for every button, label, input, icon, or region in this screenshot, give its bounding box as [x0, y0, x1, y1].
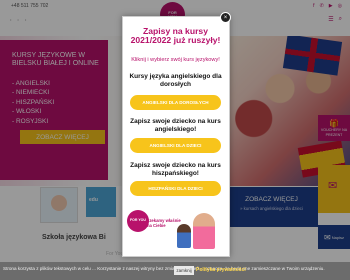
promo-person-image — [177, 224, 191, 248]
promo-logo: FOR YOU — [127, 210, 149, 232]
popup-subtitle: Kliknij i wybierz swój kurs językowy! — [131, 57, 220, 63]
cookie-close-button[interactable]: zamknij — [174, 266, 194, 275]
popup-promo-image[interactable]: FOR YOU czekamy właśnie na Ciebie — [127, 210, 224, 252]
cookie-text: Strona korzysta z plików tekstowych w ce… — [3, 266, 325, 271]
close-icon[interactable]: × — [220, 12, 231, 23]
kids-english-button[interactable]: ANGIELSKI DLA DZIECI — [130, 138, 221, 153]
kids-spanish-heading: Zapisz swoje dziecko na kurs hiszpańskie… — [130, 162, 221, 178]
popup-title: Zapisy na kursy 2021/2022 już ruszyły! — [130, 26, 221, 46]
privacy-policy-link[interactable]: Polityka prywatności — [196, 267, 246, 273]
adult-course-heading: Kursy języka angielskiego dla dorosłych — [129, 73, 222, 89]
kids-english-heading: Zapisz swoje dziecko na kurs angielskieg… — [130, 118, 221, 134]
kids-spanish-button[interactable]: HISZPAŃSKI DLA DZIECI — [130, 181, 221, 196]
promo-text: czekamy właśnie na Ciebie — [147, 218, 181, 229]
promo-person-image — [193, 213, 215, 249]
adult-english-button[interactable]: ANGIELSKI DLA DOROSŁYCH — [130, 95, 221, 110]
